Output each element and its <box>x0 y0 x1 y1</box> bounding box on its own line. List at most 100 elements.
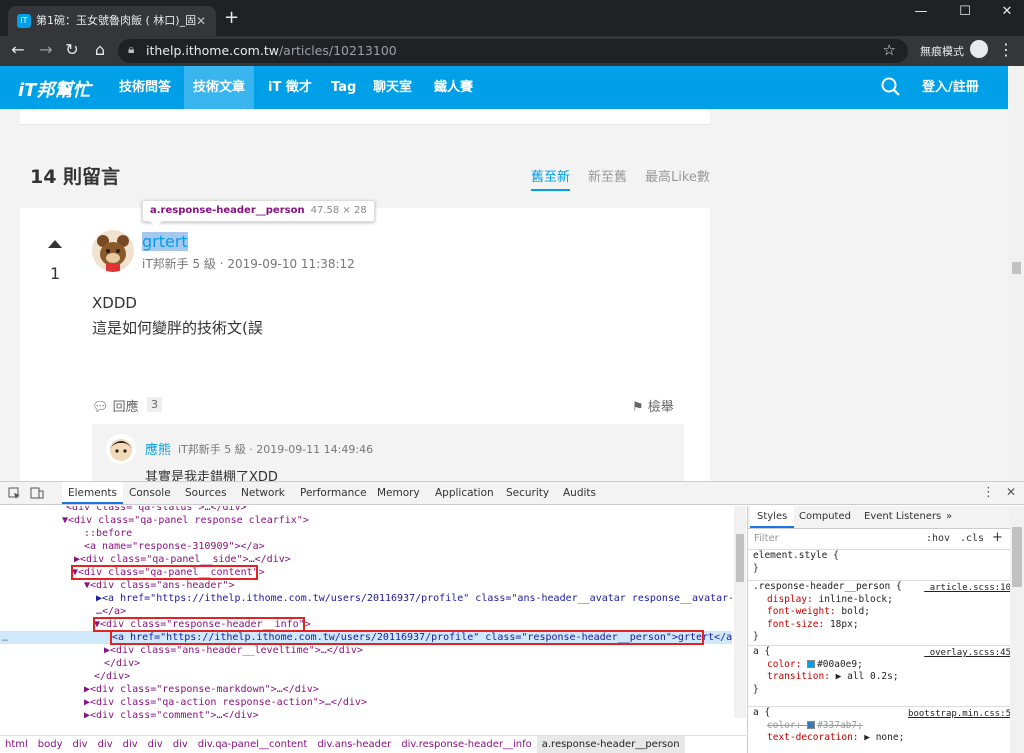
style-source-link[interactable]: bootstrap.min.css:5 <box>908 708 1011 721</box>
dom-node[interactable]: <a name="response-310909"></a> <box>0 540 732 553</box>
incognito-icon[interactable] <box>970 40 988 58</box>
breadcrumb-item[interactable]: html <box>0 736 33 753</box>
device-toolbar-icon[interactable] <box>30 486 44 500</box>
breadcrumb-item[interactable]: div <box>118 736 143 753</box>
comment-count-title: 14 則留言 <box>30 166 121 188</box>
elements-scrollbar-thumb[interactable] <box>736 534 744 582</box>
styles-pane: Styles Computed Event Listeners » Filter… <box>747 506 1024 753</box>
article-bottom <box>20 109 710 125</box>
style-rule[interactable]: element.style { } <box>748 549 1013 576</box>
styles-tab-styles[interactable]: Styles <box>750 506 795 528</box>
devtools-tab-audits[interactable]: Audits <box>557 482 602 504</box>
menu-articles[interactable]: 技術文章 <box>184 66 255 109</box>
browser-tab[interactable]: iT 第1碗：玉女號魯肉飯 ( 林口)_固 ✕ <box>8 6 216 36</box>
new-rule-icon[interactable]: + <box>992 530 1003 545</box>
style-rule[interactable]: a { _overlay.scss:45 color: #00a0e9; tra… <box>748 645 1013 695</box>
style-source-link[interactable]: _overlay.scss:45 <box>924 647 1011 660</box>
styles-filter-input[interactable]: Filter <box>754 533 779 544</box>
styles-tab-more[interactable]: » <box>939 506 959 528</box>
devtools-tab-elements[interactable]: Elements <box>62 482 123 504</box>
minimize-icon[interactable]: — <box>906 4 936 19</box>
browser-toolbar: ← → ↻ ⌂ 🔒︎ ithelp.ithome.com.tw/articles… <box>0 36 1024 66</box>
menu-jobs[interactable]: iT 徵才 <box>259 66 321 109</box>
reply-button[interactable]: 💬︎ 回應 <box>92 396 139 415</box>
devtools-tab-network[interactable]: Network <box>235 482 291 504</box>
comment-username[interactable]: grtert <box>142 232 188 251</box>
devtools-tab-security[interactable]: Security <box>500 482 555 504</box>
menu-ironman[interactable]: 鐵人賽 <box>425 66 482 109</box>
dom-node[interactable]: ▼<div class="qa-panel response clearfix"… <box>0 514 732 527</box>
sort-newest[interactable]: 新至舊 <box>588 166 627 185</box>
avatar[interactable] <box>106 434 136 464</box>
close-window-icon[interactable]: ✕ <box>992 4 1022 19</box>
breadcrumb-item[interactable]: div.ans-header <box>312 736 396 753</box>
reply-username[interactable]: 應熊 <box>145 439 171 458</box>
login-button[interactable]: 登入/註冊 <box>922 66 979 109</box>
dom-node[interactable]: ▶<div class="comment">…</div> <box>0 709 732 718</box>
devtools-tab-memory[interactable]: Memory <box>371 482 426 504</box>
breadcrumb-item[interactable]: div <box>168 736 193 753</box>
dom-node[interactable]: </div> <box>0 670 732 683</box>
devtools-tab-performance[interactable]: Performance <box>294 482 373 504</box>
reload-icon[interactable]: ↻ <box>62 40 82 59</box>
dom-node[interactable]: ▶<a href="https://ithelp.ithome.com.tw/u… <box>0 592 732 605</box>
search-icon[interactable] <box>880 76 902 98</box>
sort-likes[interactable]: 最高Like數 <box>645 166 710 185</box>
ellipsis-icon[interactable]: … <box>2 632 8 645</box>
elements-tree[interactable]: <div class="qa-status">…</div> ▼<div cla… <box>0 506 732 718</box>
incognito-label[interactable]: 無痕模式 <box>920 43 964 59</box>
upvote-icon[interactable] <box>48 240 62 248</box>
site-logo[interactable]: iT邦幫忙 <box>18 76 90 102</box>
dom-node[interactable]: ▶<div class="ans-header__leveltime">…</d… <box>0 644 732 657</box>
sort-oldest[interactable]: 舊至新 <box>531 166 571 191</box>
color-swatch[interactable] <box>807 660 816 668</box>
breadcrumb-item[interactable]: div.response-header__info <box>396 736 536 753</box>
breadcrumb-item[interactable]: body <box>33 736 68 753</box>
styles-tab-event-listeners[interactable]: Event Listeners <box>857 506 948 528</box>
forward-icon[interactable]: → <box>36 40 56 59</box>
style-rule[interactable]: .response-header__person { _article.scss… <box>748 580 1013 642</box>
hov-toggle[interactable]: :hov <box>926 533 950 544</box>
dom-node[interactable]: </div> <box>0 657 732 670</box>
maximize-icon[interactable]: ☐ <box>950 4 980 19</box>
report-button[interactable]: ⚑ 檢舉 <box>632 396 674 415</box>
menu-chat[interactable]: 聊天室 <box>364 66 421 109</box>
devtools-menu-icon[interactable]: ⋮ <box>982 485 995 500</box>
devtools-tab-application[interactable]: Application <box>429 482 500 504</box>
breadcrumb-item[interactable]: div <box>143 736 168 753</box>
page-scrollbar-thumb[interactable] <box>1012 262 1021 274</box>
inspect-tooltip: a.response-header__person 47.58 × 28 <box>142 200 375 222</box>
breadcrumb-item[interactable]: div <box>68 736 93 753</box>
browser-menu-icon[interactable]: ⋮ <box>998 40 1014 59</box>
dom-node[interactable]: ▶<div class="response-markdown">…</div> <box>0 683 732 696</box>
styles-scrollbar-thumb[interactable] <box>1012 527 1022 587</box>
bookmark-star-icon[interactable]: ☆ <box>883 41 896 59</box>
breadcrumb-item-active[interactable]: a.response-header__person <box>536 736 685 753</box>
dom-node[interactable]: <div class="qa-status">…</div> <box>0 506 732 514</box>
new-tab-button[interactable]: + <box>224 8 239 28</box>
breadcrumb-item[interactable]: div.qa-panel__content <box>193 736 313 753</box>
devtools-tab-console[interactable]: Console <box>123 482 177 504</box>
avatar[interactable] <box>92 230 134 272</box>
reply-count-badge: 3 <box>147 397 162 412</box>
cls-toggle[interactable]: .cls <box>960 533 984 544</box>
back-icon[interactable]: ← <box>8 40 28 59</box>
breadcrumb-item[interactable]: div <box>93 736 118 753</box>
vote-count: 1 <box>50 264 61 283</box>
dom-node[interactable]: ▶<div class="qa-action response-action">… <box>0 696 732 709</box>
devtools-tab-sources[interactable]: Sources <box>179 482 233 504</box>
inspect-element-icon[interactable] <box>8 487 21 500</box>
address-bar[interactable]: 🔒︎ ithelp.ithome.com.tw/articles/1021310… <box>118 39 908 63</box>
menu-qa[interactable]: 技術問答 <box>110 66 180 109</box>
devtools-close-icon[interactable]: ✕ <box>1006 485 1016 499</box>
styles-tab-computed[interactable]: Computed <box>792 506 858 528</box>
dom-node[interactable]: ▼<div class="ans-header"> <box>0 579 732 592</box>
url-path: /articles/10213100 <box>278 43 397 58</box>
style-rule[interactable]: a { bootstrap.min.css:5 color: #337ab7; … <box>748 706 1013 753</box>
dom-node[interactable]: ::before <box>0 527 732 540</box>
close-tab-icon[interactable]: ✕ <box>196 6 206 36</box>
menu-tag[interactable]: Tag <box>322 66 365 109</box>
home-icon[interactable]: ⌂ <box>90 40 110 59</box>
style-source-link[interactable]: _article.scss:10 <box>924 582 1011 595</box>
color-swatch[interactable] <box>807 721 816 729</box>
